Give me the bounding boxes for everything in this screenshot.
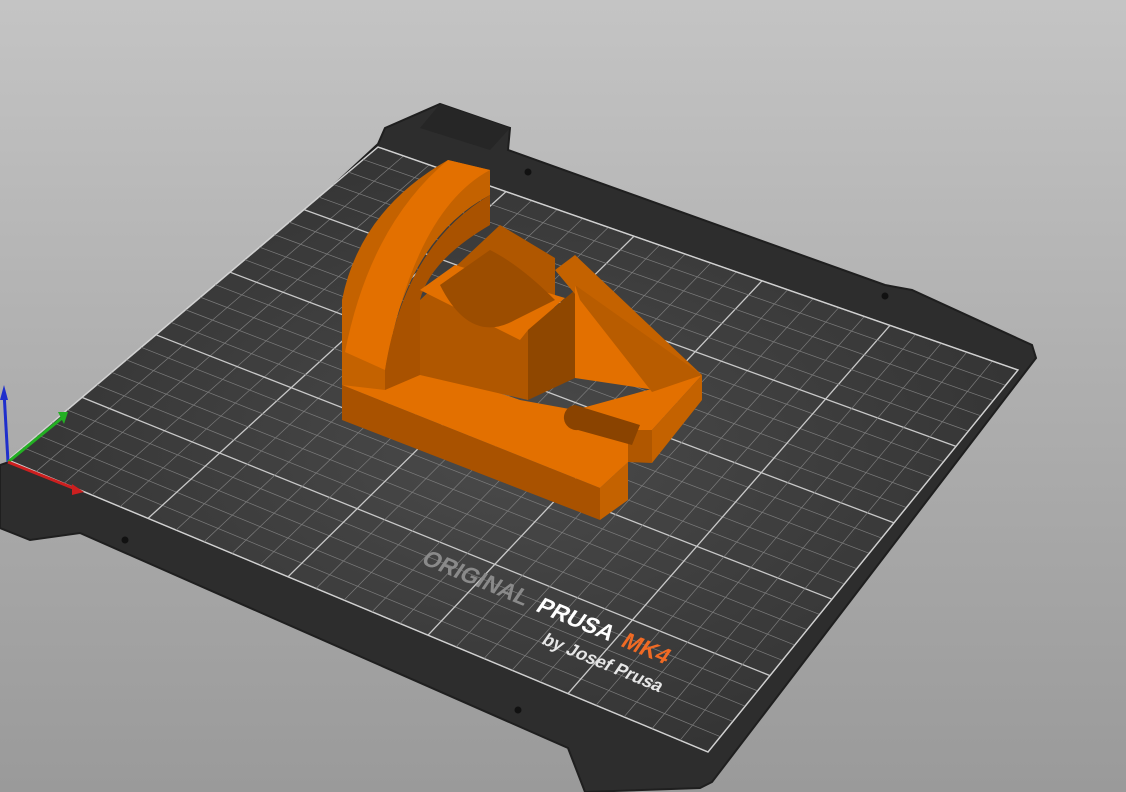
3d-viewport[interactable]: ORIGINAL PRUSA MK4 by Josef Prusa [0, 0, 1126, 792]
bed-hole [121, 536, 129, 544]
bed-hole [881, 292, 889, 300]
bed-hole [514, 706, 522, 714]
z-axis-arrow [0, 385, 8, 400]
z-axis-line [2, 391, 10, 463]
bed-hole [524, 168, 532, 176]
scene-canvas[interactable]: ORIGINAL PRUSA MK4 by Josef Prusa [0, 0, 1126, 792]
